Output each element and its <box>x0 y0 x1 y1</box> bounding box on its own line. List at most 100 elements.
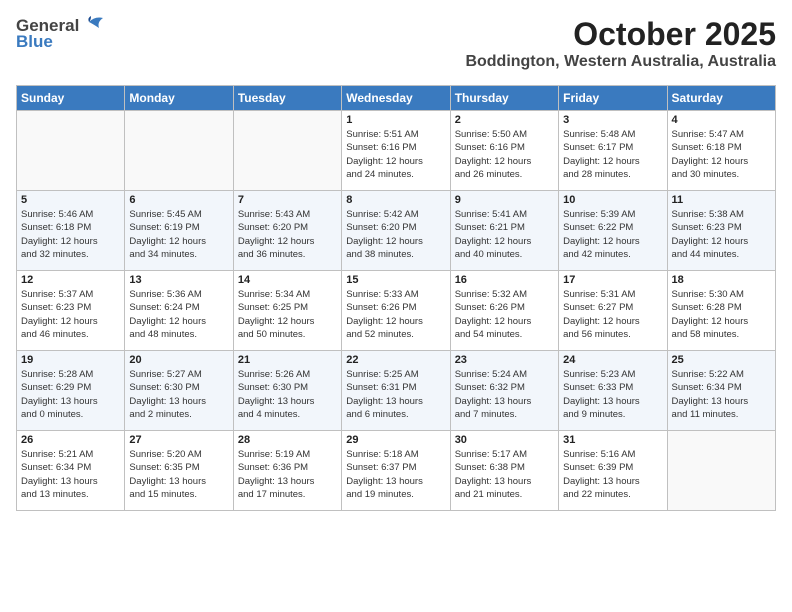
weekday-header-friday: Friday <box>559 86 667 111</box>
calendar-body: 1 Sunrise: 5:51 AM Sunset: 6:16 PM Daylig… <box>17 111 776 511</box>
day-number: 22 <box>346 354 445 366</box>
day-number: 31 <box>563 434 662 446</box>
calendar-cell: 11Sunrise: 5:38 AM Sunset: 6:23 PM Dayli… <box>667 191 775 271</box>
day-info: Sunrise: 5:43 AM Sunset: 6:20 PM Dayligh… <box>238 208 337 261</box>
day-info: Sunrise: 5:28 AM Sunset: 6:29 PM Dayligh… <box>21 368 120 421</box>
day-number: 3 <box>563 114 662 126</box>
day-number: 15 <box>346 274 445 286</box>
day-info: Sunrise: 5:17 AM Sunset: 6:38 PM Dayligh… <box>455 448 554 501</box>
day-info: Sunrise: 5:30 AM Sunset: 6:28 PM Dayligh… <box>672 288 771 341</box>
day-number: 12 <box>21 274 120 286</box>
day-info: Sunrise: 5:51 AM Sunset: 6:16 PM Dayligh… <box>346 128 445 181</box>
weekday-header-saturday: Saturday <box>667 86 775 111</box>
calendar-cell: 27 Sunrise: 5:20 AM Sunset: 6:35 PM Dayli… <box>125 431 233 511</box>
day-number: 29 <box>346 434 445 446</box>
day-number: 20 <box>129 354 228 366</box>
day-number: 21 <box>238 354 337 366</box>
calendar-cell: 14Sunrise: 5:34 AM Sunset: 6:25 PM Dayli… <box>233 271 341 351</box>
day-number: 27 <box>129 434 228 446</box>
calendar-week-2: 5 Sunrise: 5:46 AM Sunset: 6:18 PM Daylig… <box>17 191 776 271</box>
calendar-cell: 28Sunrise: 5:19 AM Sunset: 6:36 PM Dayli… <box>233 431 341 511</box>
day-info: Sunrise: 5:32 AM Sunset: 6:26 PM Dayligh… <box>455 288 554 341</box>
day-info: Sunrise: 5:21 AM Sunset: 6:34 PM Dayligh… <box>21 448 120 501</box>
calendar-cell: 1 Sunrise: 5:51 AM Sunset: 6:16 PM Daylig… <box>342 111 450 191</box>
day-info: Sunrise: 5:23 AM Sunset: 6:33 PM Dayligh… <box>563 368 662 421</box>
day-info: Sunrise: 5:37 AM Sunset: 6:23 PM Dayligh… <box>21 288 120 341</box>
calendar-cell: 22 Sunrise: 5:25 AM Sunset: 6:31 PM Dayli… <box>342 351 450 431</box>
day-number: 1 <box>346 114 445 126</box>
title-section: October 2025 Boddington, Western Austral… <box>465 16 776 71</box>
day-info: Sunrise: 5:47 AM Sunset: 6:18 PM Dayligh… <box>672 128 771 181</box>
day-number: 24 <box>563 354 662 366</box>
day-info: Sunrise: 5:33 AM Sunset: 6:26 PM Dayligh… <box>346 288 445 341</box>
calendar-cell: 10Sunrise: 5:39 AM Sunset: 6:22 PM Dayli… <box>559 191 667 271</box>
calendar-cell: 24 Sunrise: 5:23 AM Sunset: 6:33 PM Dayli… <box>559 351 667 431</box>
calendar-cell: 19Sunrise: 5:28 AM Sunset: 6:29 PM Dayli… <box>17 351 125 431</box>
day-number: 6 <box>129 194 228 206</box>
calendar-cell <box>233 111 341 191</box>
month-title: October 2025 <box>465 16 776 53</box>
calendar-cell: 23Sunrise: 5:24 AM Sunset: 6:32 PM Dayli… <box>450 351 558 431</box>
calendar-week-5: 26 Sunrise: 5:21 AM Sunset: 6:34 PM Dayli… <box>17 431 776 511</box>
day-number: 4 <box>672 114 771 126</box>
day-info: Sunrise: 5:20 AM Sunset: 6:35 PM Dayligh… <box>129 448 228 501</box>
top-bar: General Blue October 2025 Boddington, We… <box>16 16 776 77</box>
calendar-cell: 31 Sunrise: 5:16 AM Sunset: 6:39 PM Dayli… <box>559 431 667 511</box>
calendar-cell: 20Sunrise: 5:27 AM Sunset: 6:30 PM Dayli… <box>125 351 233 431</box>
day-info: Sunrise: 5:31 AM Sunset: 6:27 PM Dayligh… <box>563 288 662 341</box>
calendar-cell: 18Sunrise: 5:30 AM Sunset: 6:28 PM Dayli… <box>667 271 775 351</box>
calendar-cell: 25Sunrise: 5:22 AM Sunset: 6:34 PM Dayli… <box>667 351 775 431</box>
calendar-cell: 3Sunrise: 5:48 AM Sunset: 6:17 PM Daylig… <box>559 111 667 191</box>
calendar-cell <box>125 111 233 191</box>
location-title: Boddington, Western Australia, Australia <box>465 53 776 71</box>
calendar-cell: 5 Sunrise: 5:46 AM Sunset: 6:18 PM Daylig… <box>17 191 125 271</box>
day-number: 25 <box>672 354 771 366</box>
day-number: 2 <box>455 114 554 126</box>
calendar-cell: 15 Sunrise: 5:33 AM Sunset: 6:26 PM Dayli… <box>342 271 450 351</box>
weekday-header-sunday: Sunday <box>17 86 125 111</box>
logo: General Blue <box>16 16 103 52</box>
day-info: Sunrise: 5:26 AM Sunset: 6:30 PM Dayligh… <box>238 368 337 421</box>
calendar-cell: 12 Sunrise: 5:37 AM Sunset: 6:23 PM Dayli… <box>17 271 125 351</box>
weekday-header-thursday: Thursday <box>450 86 558 111</box>
day-number: 17 <box>563 274 662 286</box>
calendar-cell: 9 Sunrise: 5:41 AM Sunset: 6:21 PM Daylig… <box>450 191 558 271</box>
weekday-header-tuesday: Tuesday <box>233 86 341 111</box>
day-info: Sunrise: 5:19 AM Sunset: 6:36 PM Dayligh… <box>238 448 337 501</box>
calendar-cell: 26 Sunrise: 5:21 AM Sunset: 6:34 PM Dayli… <box>17 431 125 511</box>
calendar-table: SundayMondayTuesdayWednesdayThursdayFrid… <box>16 85 776 511</box>
calendar-cell: 4 Sunrise: 5:47 AM Sunset: 6:18 PM Daylig… <box>667 111 775 191</box>
day-number: 16 <box>455 274 554 286</box>
day-number: 30 <box>455 434 554 446</box>
day-info: Sunrise: 5:41 AM Sunset: 6:21 PM Dayligh… <box>455 208 554 261</box>
day-number: 7 <box>238 194 337 206</box>
calendar-cell: 6 Sunrise: 5:45 AM Sunset: 6:19 PM Daylig… <box>125 191 233 271</box>
day-number: 13 <box>129 274 228 286</box>
day-info: Sunrise: 5:42 AM Sunset: 6:20 PM Dayligh… <box>346 208 445 261</box>
day-info: Sunrise: 5:45 AM Sunset: 6:19 PM Dayligh… <box>129 208 228 261</box>
day-info: Sunrise: 5:46 AM Sunset: 6:18 PM Dayligh… <box>21 208 120 261</box>
day-info: Sunrise: 5:34 AM Sunset: 6:25 PM Dayligh… <box>238 288 337 341</box>
weekday-header-monday: Monday <box>125 86 233 111</box>
day-number: 9 <box>455 194 554 206</box>
day-number: 8 <box>346 194 445 206</box>
calendar-cell: 7 Sunrise: 5:43 AM Sunset: 6:20 PM Daylig… <box>233 191 341 271</box>
day-info: Sunrise: 5:36 AM Sunset: 6:24 PM Dayligh… <box>129 288 228 341</box>
calendar-cell: 29 Sunrise: 5:18 AM Sunset: 6:37 PM Dayli… <box>342 431 450 511</box>
calendar-cell: 8 Sunrise: 5:42 AM Sunset: 6:20 PM Daylig… <box>342 191 450 271</box>
day-info: Sunrise: 5:39 AM Sunset: 6:22 PM Dayligh… <box>563 208 662 261</box>
day-info: Sunrise: 5:25 AM Sunset: 6:31 PM Dayligh… <box>346 368 445 421</box>
weekday-header-wednesday: Wednesday <box>342 86 450 111</box>
calendar-cell: 13 Sunrise: 5:36 AM Sunset: 6:24 PM Dayli… <box>125 271 233 351</box>
day-number: 5 <box>21 194 120 206</box>
day-info: Sunrise: 5:16 AM Sunset: 6:39 PM Dayligh… <box>563 448 662 501</box>
day-info: Sunrise: 5:24 AM Sunset: 6:32 PM Dayligh… <box>455 368 554 421</box>
calendar-cell: 2Sunrise: 5:50 AM Sunset: 6:16 PM Daylig… <box>450 111 558 191</box>
calendar-week-1: 1 Sunrise: 5:51 AM Sunset: 6:16 PM Daylig… <box>17 111 776 191</box>
calendar-cell: 17 Sunrise: 5:31 AM Sunset: 6:27 PM Dayli… <box>559 271 667 351</box>
weekday-header-row: SundayMondayTuesdayWednesdayThursdayFrid… <box>17 86 776 111</box>
calendar-week-3: 12 Sunrise: 5:37 AM Sunset: 6:23 PM Dayli… <box>17 271 776 351</box>
day-number: 26 <box>21 434 120 446</box>
calendar-cell <box>667 431 775 511</box>
day-info: Sunrise: 5:18 AM Sunset: 6:37 PM Dayligh… <box>346 448 445 501</box>
